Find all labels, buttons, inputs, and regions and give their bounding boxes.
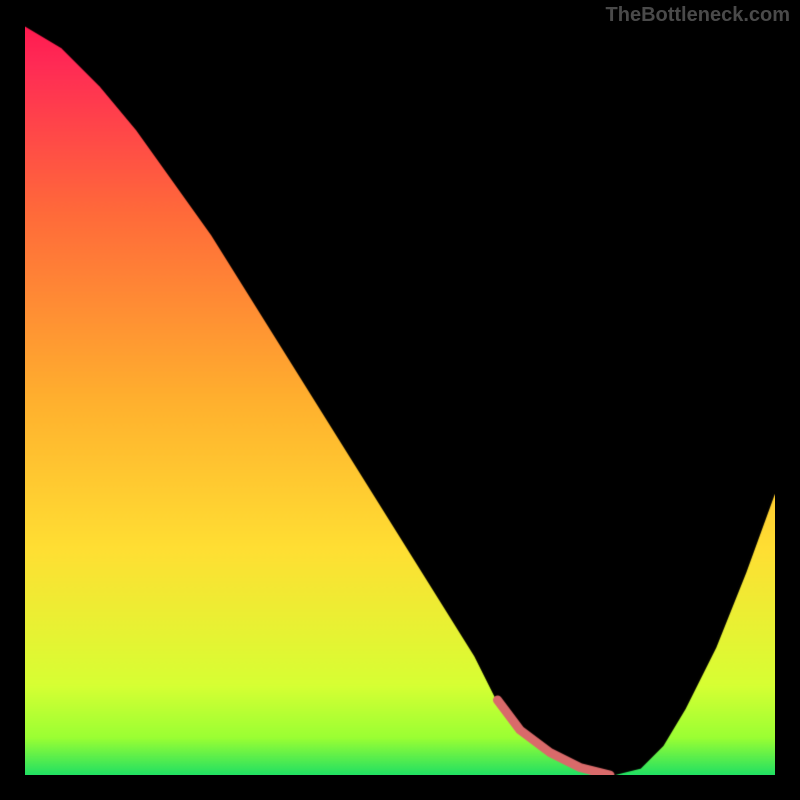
- curve-canvas: [25, 25, 775, 775]
- chart-container: [25, 25, 775, 775]
- watermark-text: TheBottleneck.com: [606, 4, 790, 27]
